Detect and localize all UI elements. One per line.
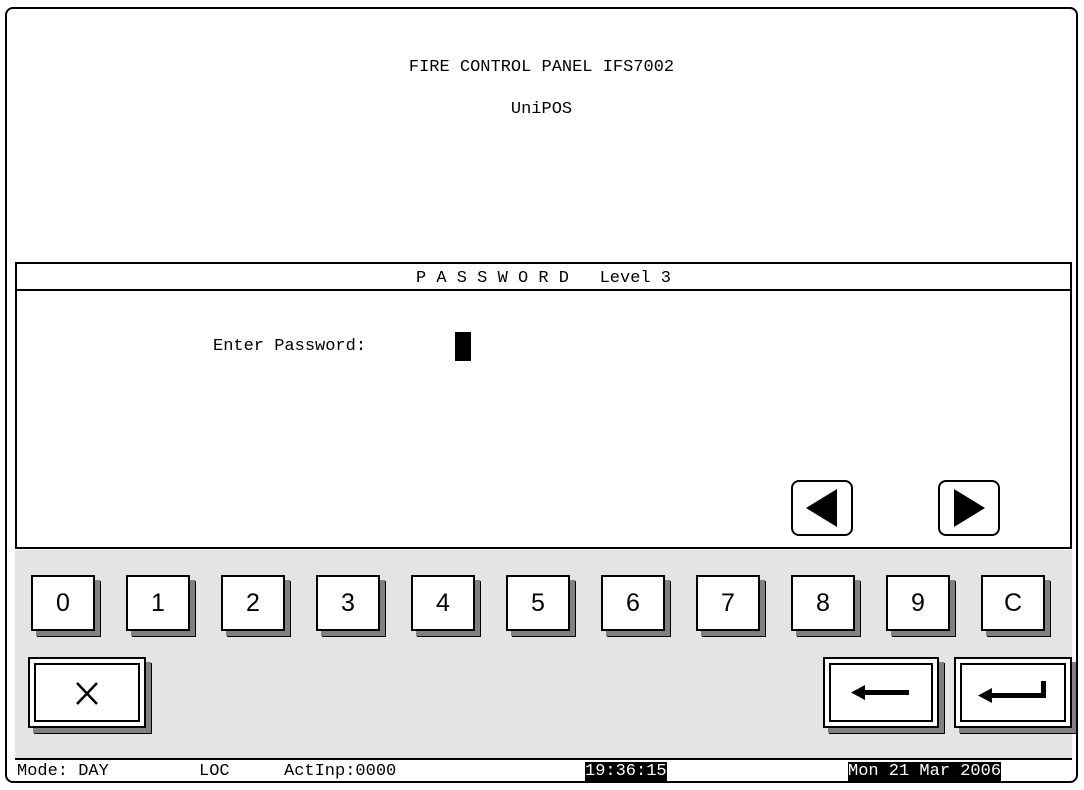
- key-6[interactable]: 6: [601, 575, 665, 631]
- key-3[interactable]: 3: [316, 575, 380, 631]
- enter-return-icon: [978, 681, 1046, 703]
- clock-time: 19:36:15: [585, 762, 667, 781]
- dialog-title: P A S S W O R D Level 3: [415, 269, 672, 288]
- key-4[interactable]: 4: [411, 575, 475, 631]
- panel-title: FIRE CONTROL PANEL IFS7002: [408, 58, 675, 77]
- key-1[interactable]: 1: [126, 575, 190, 631]
- arrow-left-icon: [851, 685, 909, 700]
- triangle-left-icon: [806, 489, 837, 527]
- close-x-icon: [76, 682, 98, 705]
- active-inputs-count: ActInp:0000: [284, 762, 397, 781]
- clock-date: Mon 21 Mar 2006: [848, 762, 1002, 781]
- keypad: 0 1 2 3 4 5 6 7 8 9 C: [15, 550, 1072, 758]
- key-clear[interactable]: C: [981, 575, 1045, 631]
- key-8[interactable]: 8: [791, 575, 855, 631]
- password-dialog: Enter Password:: [15, 289, 1072, 549]
- cancel-button[interactable]: [28, 657, 146, 728]
- panel-screen: FIRE CONTROL PANEL IFS7002 UniPOS P A S …: [5, 7, 1078, 783]
- backspace-button[interactable]: [823, 657, 939, 728]
- password-input-cursor[interactable]: [455, 332, 471, 361]
- key-5[interactable]: 5: [506, 575, 570, 631]
- key-0[interactable]: 0: [31, 575, 95, 631]
- triangle-right-icon: [954, 489, 985, 527]
- dialog-header: P A S S W O R D Level 3: [15, 262, 1072, 291]
- panel-subtitle: UniPOS: [510, 100, 573, 119]
- key-2[interactable]: 2: [221, 575, 285, 631]
- next-button[interactable]: [938, 480, 1000, 536]
- mode-indicator: Mode: DAY: [17, 762, 109, 781]
- password-prompt-label: Enter Password:: [213, 337, 367, 356]
- loc-indicator: LOC: [199, 762, 230, 781]
- previous-button[interactable]: [791, 480, 853, 536]
- key-9[interactable]: 9: [886, 575, 950, 631]
- enter-button[interactable]: [954, 657, 1072, 728]
- key-7[interactable]: 7: [696, 575, 760, 631]
- status-bar: Mode: DAY LOC ActInp:0000 19:36:15 Mon 2…: [15, 758, 1072, 781]
